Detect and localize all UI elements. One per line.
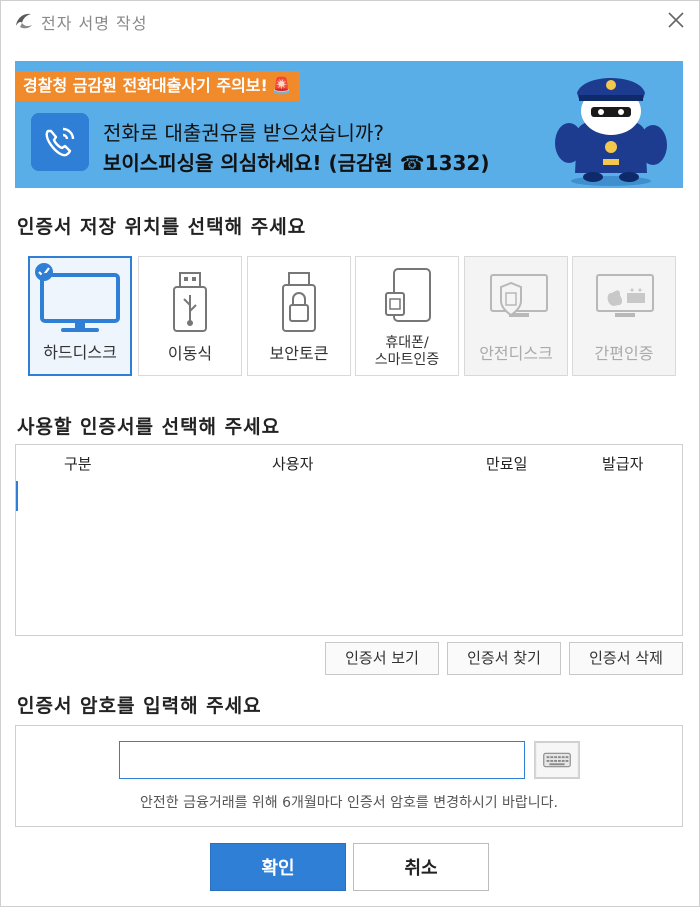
column-header-expiry[interactable]: 만료일 <box>486 453 527 474</box>
phone-ringing-icon <box>31 113 89 171</box>
tile-label: 보안토큰 <box>269 344 329 363</box>
column-header-issuer[interactable]: 발급자 <box>602 453 643 474</box>
banner-line-1: 전화로 대출권유를 받으셨습니까? <box>103 121 384 145</box>
tile-label-line-1: 휴대폰/ <box>385 335 429 351</box>
banner-line-2: 보이스피싱을 의심하세요! (금감원 ☎1332) <box>103 151 490 175</box>
password-heading: 인증서 암호를 입력해 주세요 <box>17 695 262 717</box>
dolphin-logo-icon <box>16 13 32 29</box>
find-certificate-button[interactable]: 인증서 찾기 <box>447 642 561 675</box>
tile-label: 휴대폰/ 스마트인증 <box>356 335 458 369</box>
storage-option-removable[interactable]: 이동식 <box>138 256 242 376</box>
title-bar: 전자 서명 작성 <box>1 1 699 41</box>
storage-option-mobile[interactable]: 휴대폰/ 스마트인증 <box>355 256 459 376</box>
keyboard-icon[interactable] <box>534 741 580 779</box>
storage-option-security-token[interactable]: 보안토큰 <box>247 256 351 376</box>
certificate-heading: 사용할 인증서를 선택해 주세요 <box>17 416 281 438</box>
police-mascot <box>555 78 667 186</box>
certificate-table[interactable]: 구분 사용자 만료일 발급자 <box>15 444 683 636</box>
storage-option-harddisk[interactable]: 하드디스크 <box>28 256 132 376</box>
simple-auth-icon <box>596 274 654 317</box>
window-title: 전자 서명 작성 <box>41 14 148 33</box>
password-input[interactable] <box>119 741 525 779</box>
secure-disk-icon <box>490 274 548 317</box>
column-header-type[interactable]: 구분 <box>64 453 92 474</box>
mobile-phone-icon <box>385 268 431 322</box>
tile-label-line-2: 스마트인증 <box>374 352 440 368</box>
voice-phishing-banner[interactable]: 경찰청 금감원 전화대출사기 주의보! 🚨 전화로 대출권유를 받으셨습니까? 보… <box>15 61 683 188</box>
cancel-button[interactable]: 취소 <box>353 843 489 891</box>
table-header: 구분 사용자 만료일 발급자 <box>16 445 682 479</box>
close-icon[interactable] <box>663 7 689 33</box>
tile-label: 간편인증 <box>594 344 654 363</box>
view-certificate-button[interactable]: 인증서 보기 <box>325 642 439 675</box>
tile-label: 이동식 <box>167 344 213 363</box>
password-note: 안전한 금융거래를 위해 6개월마다 인증서 암호를 변경하시기 바랍니다. <box>139 795 559 811</box>
banner-warning: 경찰청 금감원 전화대출사기 주의보! 🚨 <box>15 71 300 101</box>
signature-dialog: 전자 서명 작성 경찰청 금감원 전화대출사기 주의보! 🚨 전화로 대출권유를 … <box>0 0 700 907</box>
column-header-user[interactable]: 사용자 <box>272 453 313 474</box>
password-section: 안전한 금융거래를 위해 6개월마다 인증서 암호를 변경하시기 바랍니다. <box>15 725 683 827</box>
banner-warning-text: 경찰청 금감원 전화대출사기 주의보! <box>23 76 268 95</box>
security-token-icon <box>282 272 316 332</box>
tile-label: 하드디스크 <box>43 343 117 362</box>
storage-options: 하드디스크 이동식 보안토큰 휴대폰/ 스마트인증 안전디스크 간편인증 <box>28 256 678 376</box>
siren-icon: 🚨 <box>271 76 292 95</box>
storage-heading: 인증서 저장 위치를 선택해 주세요 <box>17 216 307 238</box>
delete-certificate-button[interactable]: 인증서 삭제 <box>569 642 683 675</box>
usb-drive-icon <box>173 272 207 332</box>
tile-label: 안전디스크 <box>479 344 553 363</box>
storage-option-simple-auth[interactable]: 간편인증 <box>572 256 676 376</box>
storage-option-secure-disk[interactable]: 안전디스크 <box>464 256 568 376</box>
table-focus-marker <box>16 481 18 511</box>
monitor-icon <box>40 273 120 332</box>
confirm-button[interactable]: 확인 <box>210 843 346 891</box>
